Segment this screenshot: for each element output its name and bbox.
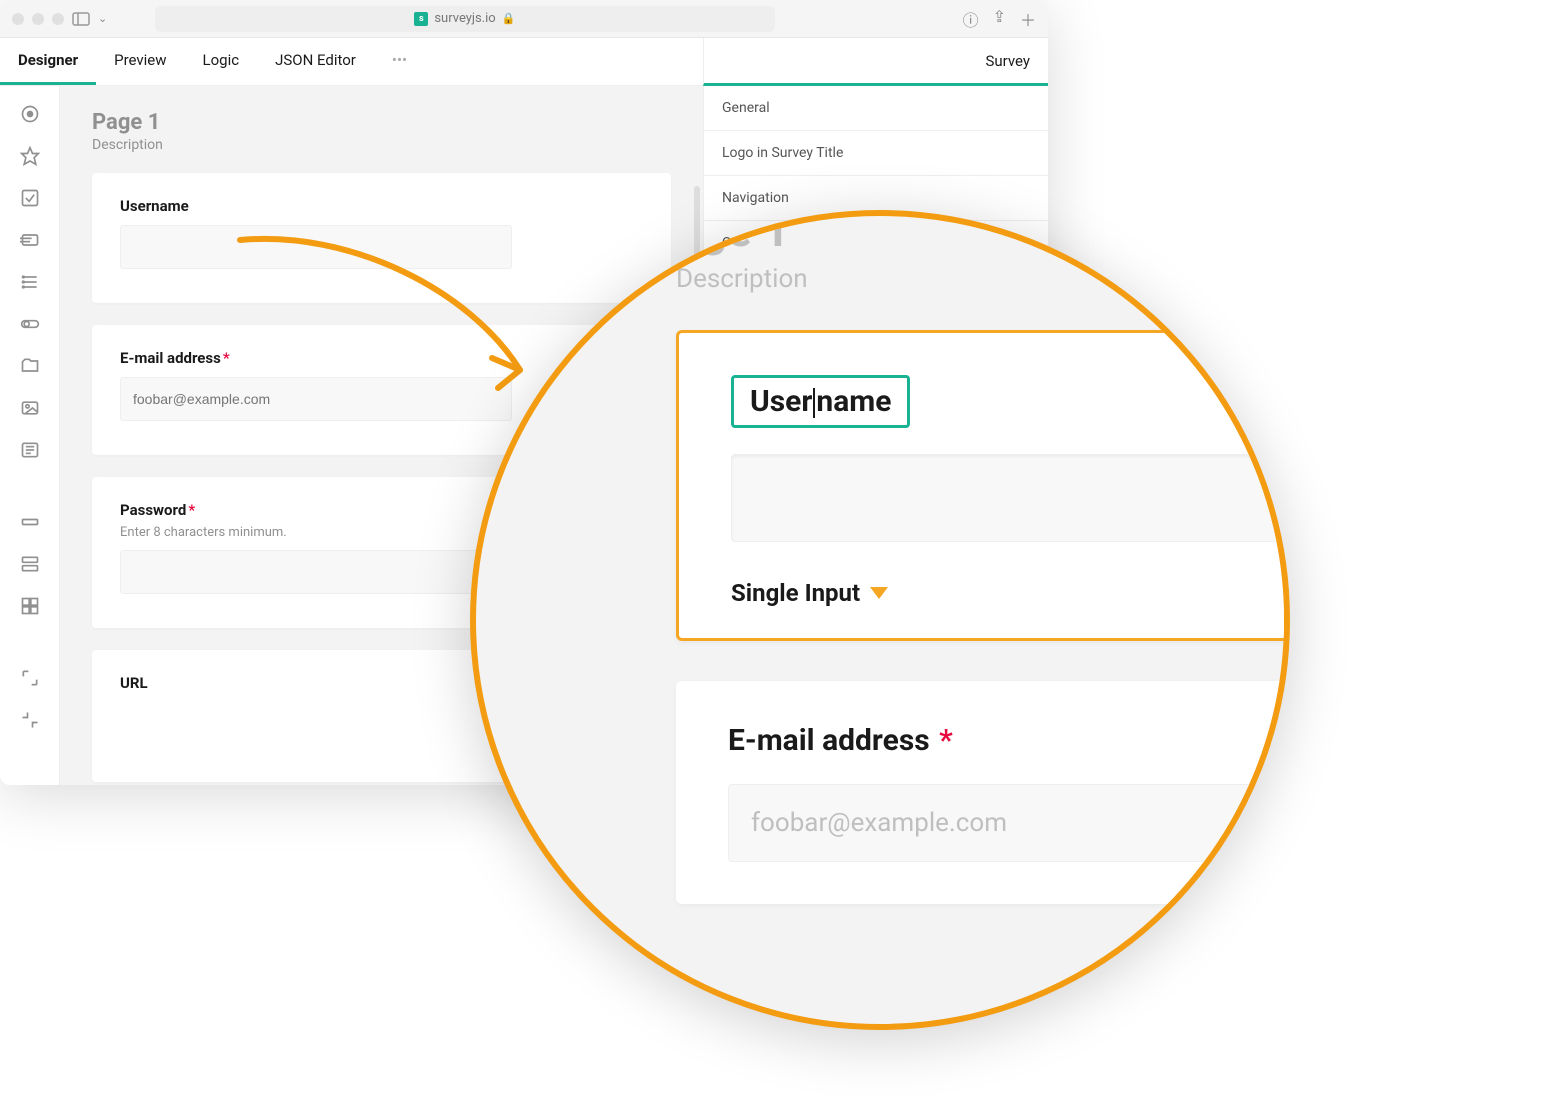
page-description[interactable]: Description (92, 137, 671, 153)
dropdown-icon[interactable] (18, 230, 42, 250)
zoom-page-description: Description (676, 264, 1290, 294)
address-host: surveyjs.io (434, 11, 495, 26)
matrix-icon[interactable] (18, 596, 42, 616)
tab-json-label: JSON Editor (275, 51, 356, 69)
property-panel-title: Survey (985, 52, 1030, 70)
close-dot[interactable] (12, 13, 24, 25)
question-input[interactable] (120, 377, 512, 421)
required-mark: * (939, 723, 953, 758)
tab-logic-label: Logic (203, 51, 240, 69)
question-input[interactable] (120, 225, 512, 269)
boolean-icon[interactable] (18, 314, 42, 334)
zoom-question-input[interactable]: foobar@example.com (728, 784, 1290, 862)
zoom-callout: age 1 Description Username Single Input (470, 210, 1290, 1030)
tab-designer[interactable]: Designer (0, 38, 96, 85)
zoom-title-editor[interactable]: Username (731, 375, 910, 428)
prop-section-logo[interactable]: Logo in Survey Title (704, 131, 1048, 176)
tab-preview-label: Preview (114, 51, 166, 69)
rating-icon[interactable] (18, 146, 42, 166)
required-mark: * (223, 349, 230, 367)
tab-designer-label: Designer (18, 51, 78, 69)
radio-icon[interactable] (18, 104, 42, 124)
prop-section-general[interactable]: General (704, 86, 1048, 131)
zoom-title-right: name (816, 384, 891, 419)
zoom-page-title: age 1 (676, 210, 1290, 258)
browser-titlebar: ⌄ s surveyjs.io 🔒 ⓘ ⇪ ＋ (0, 0, 1048, 38)
zoom-question-placeholder: foobar@example.com (751, 808, 1007, 838)
required-mark: * (188, 501, 195, 519)
window-controls[interactable] (12, 13, 64, 25)
zoom-question-input[interactable] (731, 454, 1290, 542)
prop-section-label: General (722, 100, 770, 116)
tab-more[interactable]: ••• (374, 38, 425, 85)
zoom-question-label-text: E-mail address (728, 723, 930, 758)
chevron-down-icon[interactable]: ⌄ (98, 12, 107, 25)
question-label-text[interactable]: Password (120, 501, 186, 519)
maximize-dot[interactable] (52, 13, 64, 25)
ranking-icon[interactable] (18, 272, 42, 292)
zoom-question-label: E-mail address * (728, 723, 1290, 758)
prop-section-label: Navigation (722, 190, 789, 206)
question-label: Username (120, 197, 643, 215)
question-label-text[interactable]: E-mail address (120, 349, 221, 367)
tab-logic[interactable]: Logic (185, 38, 258, 85)
info-icon[interactable]: ⓘ (963, 7, 979, 31)
page-title[interactable]: Page 1 (92, 110, 671, 135)
lock-icon: 🔒 (502, 12, 516, 25)
checkbox-icon[interactable] (18, 188, 42, 208)
prop-section-label: Logo in Survey Title (722, 145, 843, 161)
comment-icon[interactable] (18, 440, 42, 460)
tab-preview[interactable]: Preview (96, 38, 184, 85)
minimize-dot[interactable] (32, 13, 44, 25)
singleinput-icon[interactable] (18, 512, 42, 532)
collapse-icon[interactable] (18, 710, 42, 730)
tab-json[interactable]: JSON Editor (257, 38, 374, 85)
browser-toolbar-right: ⓘ ⇪ ＋ (963, 7, 1036, 31)
property-panel-header[interactable]: Survey (703, 38, 1048, 86)
zoom-question-type-label: Single Input (731, 579, 860, 607)
new-tab-icon[interactable]: ＋ (1020, 7, 1036, 31)
address-bar[interactable]: s surveyjs.io 🔒 (155, 6, 774, 32)
multipletext-icon[interactable] (18, 554, 42, 574)
toolbox: ••• (0, 86, 60, 785)
sidebar-toggle-icon[interactable] (72, 12, 90, 26)
expand-icon[interactable] (18, 668, 42, 688)
image-icon[interactable] (18, 398, 42, 418)
share-icon[interactable]: ⇪ (993, 7, 1006, 31)
zoom-question-type-selector[interactable]: Single Input (731, 579, 888, 607)
zoom-title-left: User (750, 384, 812, 419)
zoom-question-card-selected[interactable]: Username Single Input (676, 330, 1290, 641)
question-card-username[interactable]: Username (92, 173, 671, 303)
zoom-question-card-email[interactable]: E-mail address * foobar@example.com (676, 681, 1290, 904)
file-icon[interactable] (18, 356, 42, 376)
site-favicon-icon: s (414, 12, 428, 26)
question-label-text[interactable]: URL (120, 674, 148, 692)
chevron-down-icon (870, 579, 888, 607)
toolbox-more-icon[interactable] (18, 782, 42, 785)
question-label-text[interactable]: Username (120, 197, 189, 215)
question-input[interactable] (120, 550, 512, 594)
